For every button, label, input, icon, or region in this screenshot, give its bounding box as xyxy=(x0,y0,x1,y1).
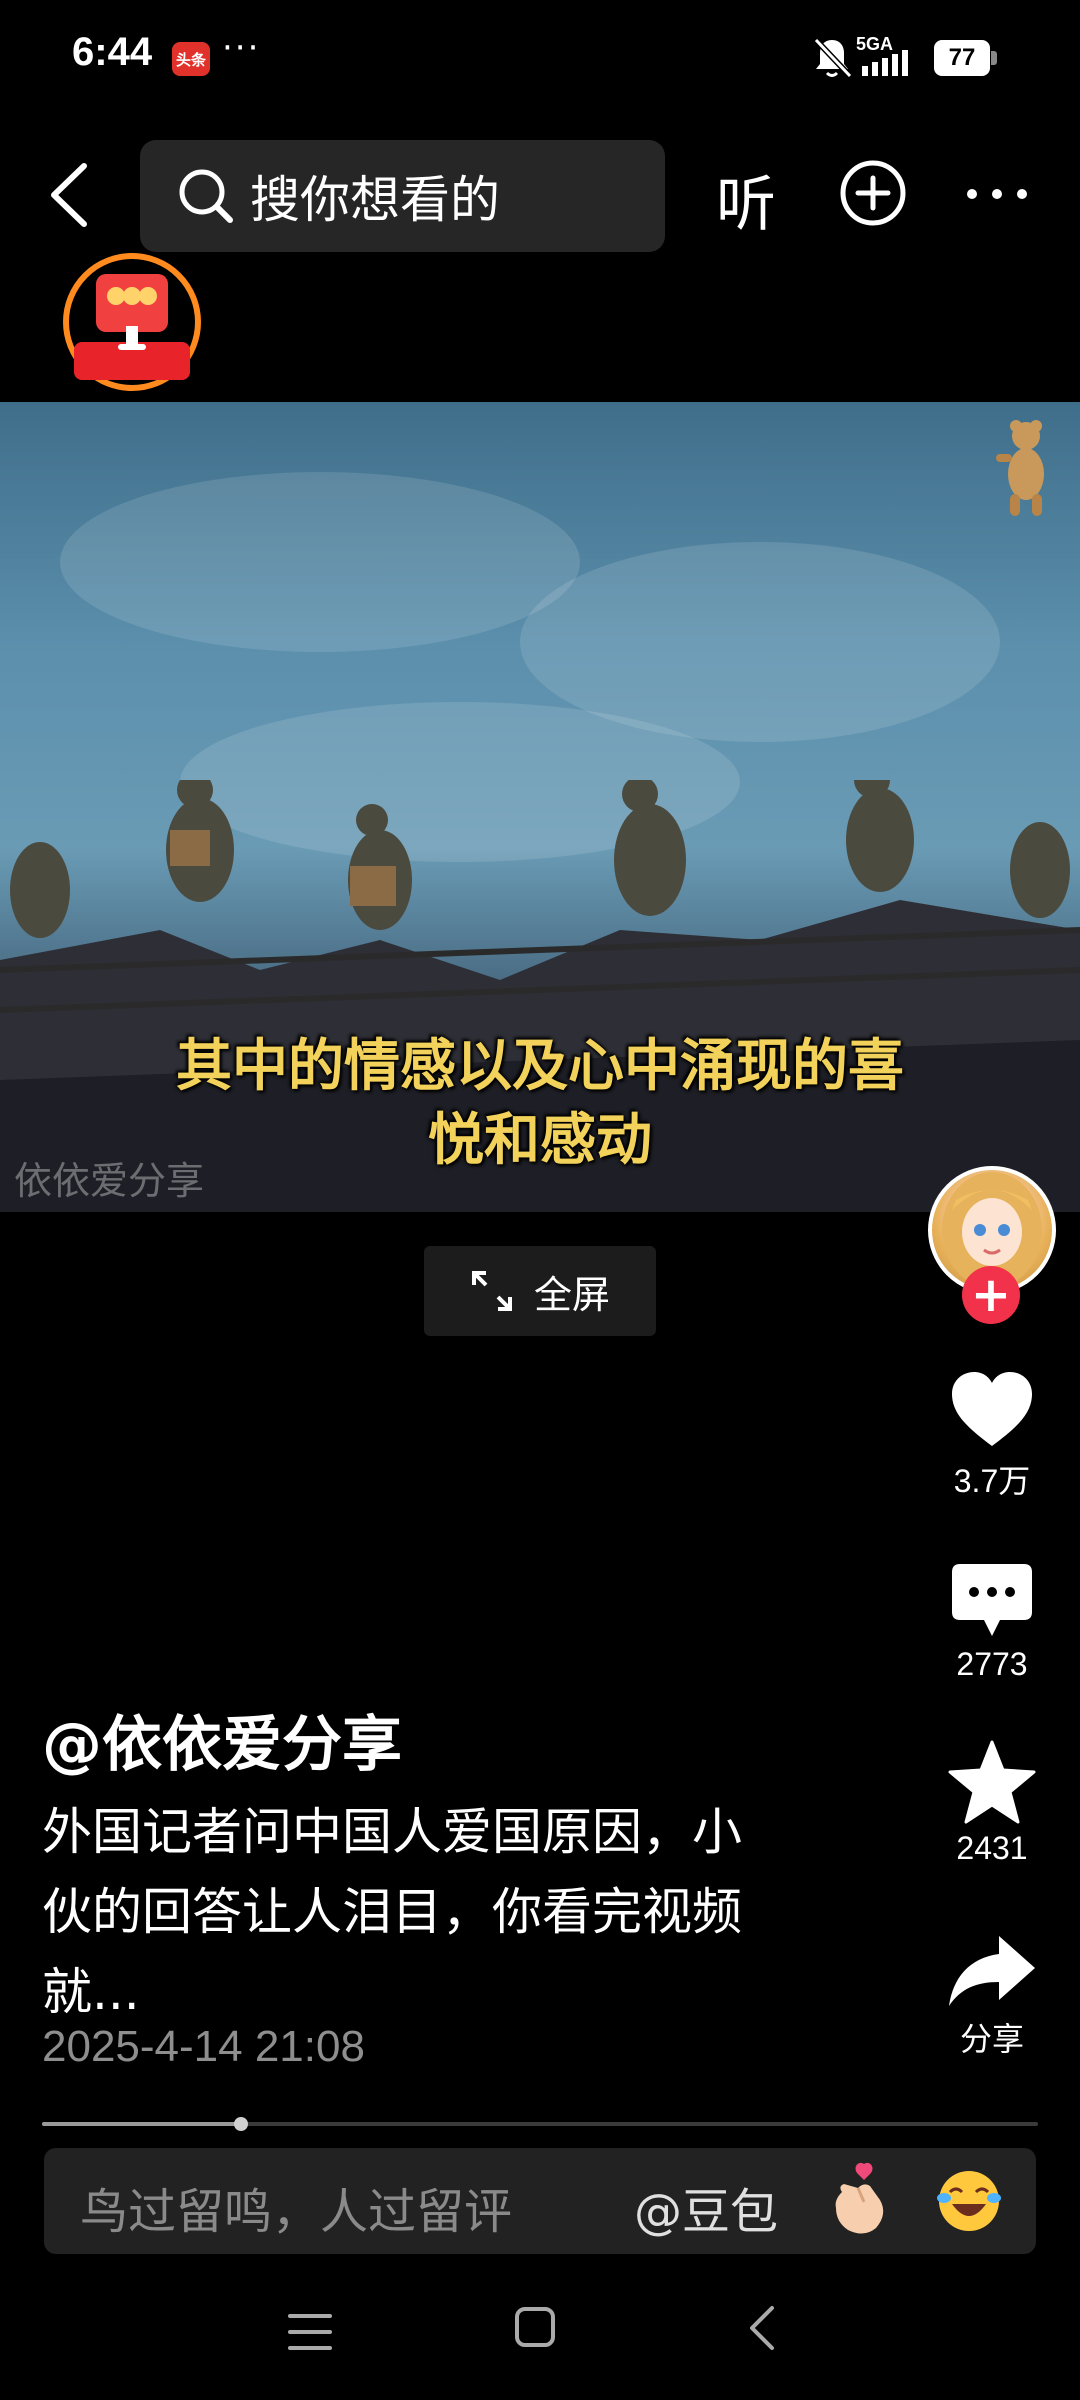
expand-icon xyxy=(471,1271,512,1311)
battery-indicator: 77 xyxy=(934,40,998,76)
progress-fill xyxy=(42,2122,242,2126)
star-icon xyxy=(948,1740,1036,1824)
fullscreen-button[interactable]: 全屏 xyxy=(424,1246,656,1336)
share-label: 分享 xyxy=(959,2021,1024,2057)
status-bar: 6:44 头条 ··· 5GA 77 xyxy=(0,0,1080,120)
search-input[interactable]: 搜你想看的 xyxy=(140,140,665,252)
subtitle-line: 其中的情感以及心中涌现的喜 xyxy=(176,1034,904,1099)
share-icon xyxy=(949,1936,1035,2006)
nav-back-icon[interactable] xyxy=(744,2304,780,2352)
battery-tip xyxy=(991,51,997,65)
bell-off-icon xyxy=(813,37,852,79)
signal-icon xyxy=(862,50,908,76)
caption-line: 伙的回答让人泪目，你看完视频 xyxy=(42,1883,742,1941)
more-icon[interactable] xyxy=(962,176,1032,212)
like-count: 3.7万 xyxy=(953,1463,1031,1499)
video-caption[interactable]: 外国记者问中国人爱国原因，小 伙的回答让人泪目，你看完视频 就... xyxy=(42,1792,842,2032)
listen-button[interactable]: 听 xyxy=(716,156,776,243)
comment-count: 2773 xyxy=(956,1646,1028,1682)
bear-sticker-icon xyxy=(996,420,1044,516)
caption-line: 外国记者问中国人爱国原因，小 xyxy=(42,1803,742,1861)
cloud xyxy=(60,472,580,652)
post-timestamp: 2025-4-14 21:08 xyxy=(42,2022,365,2071)
comment-input[interactable]: 鸟过留鸣，人过留评 @豆包 xyxy=(44,2148,1036,2254)
video-progress-bar[interactable] xyxy=(42,2117,1038,2131)
red-envelope-icon[interactable] xyxy=(62,252,202,392)
search-placeholder: 搜你想看的 xyxy=(250,171,500,229)
comment-placeholder: 鸟过留鸣，人过留评 xyxy=(80,2184,513,2240)
heart-hand-emoji-icon[interactable] xyxy=(824,2162,894,2238)
progress-knob[interactable] xyxy=(234,2117,249,2131)
favorite-button[interactable]: 2431 xyxy=(930,1740,1054,1867)
share-button[interactable]: 分享 xyxy=(930,1932,1054,2060)
caption-line: 就... xyxy=(42,1963,140,2021)
like-button[interactable]: 3.7万 xyxy=(930,1370,1054,1502)
home-icon[interactable] xyxy=(514,2306,556,2348)
notification-overflow: ··· xyxy=(222,28,261,68)
author-name[interactable]: @依依爱分享 xyxy=(42,1696,402,1783)
toutiao-app-badge: 头条 xyxy=(172,42,210,76)
plus-circle-icon[interactable] xyxy=(838,158,908,228)
follow-button[interactable]: + xyxy=(962,1266,1020,1324)
comment-button[interactable]: 2773 xyxy=(930,1562,1054,1683)
battery-level: 77 xyxy=(934,40,990,76)
favorite-count: 2431 xyxy=(956,1830,1028,1866)
comment-icon xyxy=(952,1564,1032,1636)
status-time: 6:44 xyxy=(72,30,153,74)
fullscreen-label: 全屏 xyxy=(533,1272,610,1317)
laugh-cry-emoji-icon[interactable] xyxy=(934,2166,1004,2236)
back-icon[interactable] xyxy=(40,160,100,230)
mention-button[interactable]: @豆包 xyxy=(634,2172,778,2242)
menu-icon[interactable] xyxy=(286,2310,334,2354)
video-watermark: 依依爱分享 xyxy=(14,1159,205,1203)
heart-icon xyxy=(952,1372,1032,1446)
search-icon xyxy=(179,169,233,223)
